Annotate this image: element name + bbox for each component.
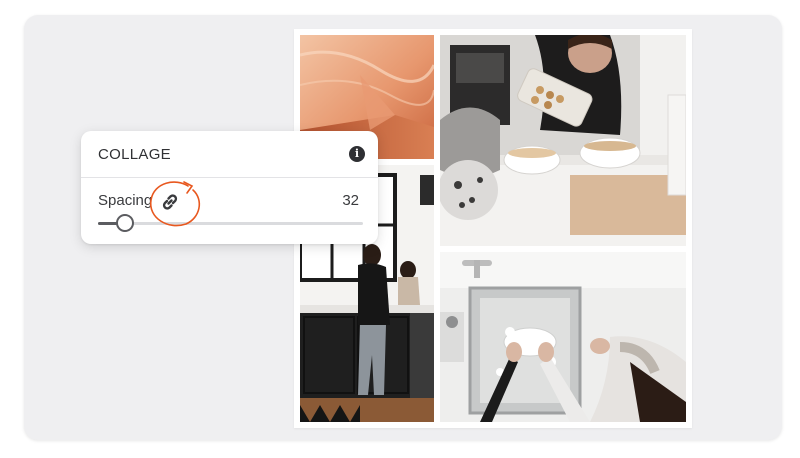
- panel-title: COLLAGE: [98, 146, 171, 163]
- slider-track[interactable]: [98, 222, 363, 225]
- collage-settings-panel: COLLAGE i Spacing 32: [81, 131, 378, 244]
- slider-thumb[interactable]: [115, 214, 134, 232]
- link-spacing-highlight: [148, 180, 202, 228]
- spacing-label: Spacing: [98, 192, 153, 209]
- spacing-slider[interactable]: [98, 214, 363, 232]
- spacing-value: 32: [342, 192, 359, 209]
- collage-image-washing-dishes[interactable]: [440, 252, 686, 422]
- collage-image-cereal-pouring[interactable]: [440, 35, 686, 246]
- info-icon[interactable]: i: [349, 146, 365, 162]
- link-icon[interactable]: [158, 190, 182, 214]
- panel-header: COLLAGE i: [81, 131, 378, 178]
